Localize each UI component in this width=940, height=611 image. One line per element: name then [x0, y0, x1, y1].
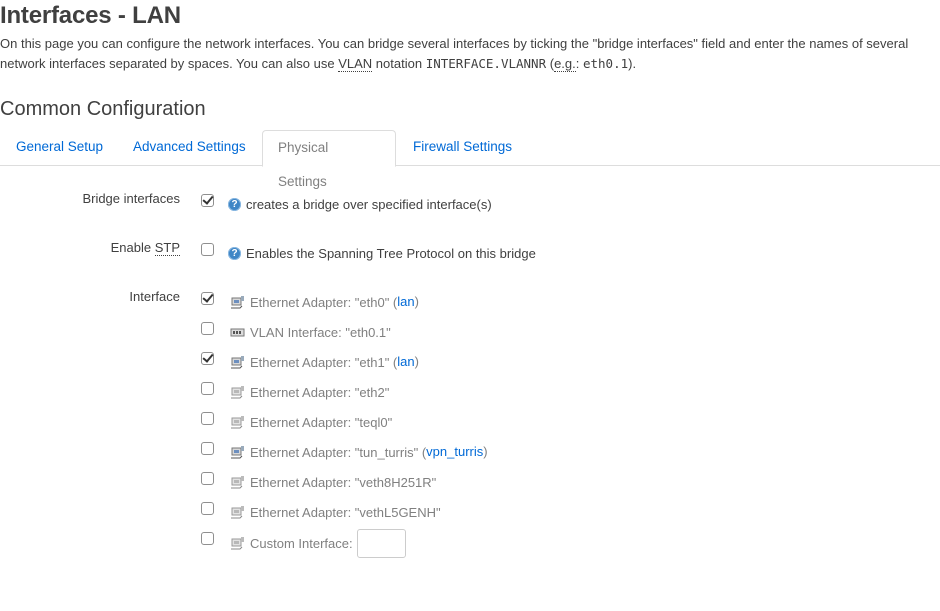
- page-description: On this page you can configure the netwo…: [0, 34, 935, 74]
- bridge-interfaces-help: creates a bridge over specified interfac…: [246, 197, 492, 212]
- interface-option-eth0[interactable]: Ethernet Adapter: "eth0" (lan): [230, 294, 419, 310]
- ethernet-icon: [231, 386, 244, 399]
- enable-stp-help: Enables the Spanning Tree Protocol on th…: [246, 246, 536, 261]
- vlan-icon: [230, 328, 245, 337]
- interface-checkbox-veth8h251r[interactable]: [201, 472, 214, 485]
- ethernet-icon: [231, 416, 244, 429]
- interface-option-vethl5genh[interactable]: Ethernet Adapter: "vethL5GENH": [230, 504, 441, 520]
- ethernet-icon: [231, 537, 244, 550]
- stp-abbr: STP: [154, 240, 180, 256]
- interface-checkbox-eth0-1[interactable]: [201, 322, 214, 335]
- interface-option-teql0[interactable]: Ethernet Adapter: "teql0": [230, 414, 392, 430]
- interface-option-tun-turris[interactable]: Ethernet Adapter: "tun_turris" (vpn_turr…: [230, 444, 488, 460]
- bridge-interfaces-label: Bridge interfaces: [82, 191, 180, 206]
- tab-bar: General Setup Advanced Settings Physical…: [0, 130, 940, 189]
- interface-checkbox-custom[interactable]: [201, 532, 214, 545]
- description-text: notation: [372, 56, 426, 71]
- section-title: Common Configuration: [0, 98, 206, 120]
- network-link-lan[interactable]: lan: [397, 294, 414, 309]
- interface-option-eth0-1[interactable]: VLAN Interface: "eth0.1": [230, 324, 391, 340]
- ethernet-icon: [231, 506, 244, 519]
- interface-checkbox-vethl5genh[interactable]: [201, 502, 214, 515]
- interface-checkbox-eth1[interactable]: [201, 352, 214, 365]
- tab-firewall-settings[interactable]: Firewall Settings: [398, 130, 527, 166]
- tab-advanced-settings[interactable]: Advanced Settings: [118, 130, 261, 166]
- interface-option-eth1[interactable]: Ethernet Adapter: "eth1" (lan): [230, 354, 419, 370]
- tab-physical-settings[interactable]: Physical Settings: [262, 130, 396, 189]
- interface-checkbox-eth2[interactable]: [201, 382, 214, 395]
- description-text: :: [575, 56, 583, 71]
- network-link-lan[interactable]: lan: [397, 354, 414, 369]
- help-icon: ?: [228, 247, 241, 260]
- interface-option-veth8h251r[interactable]: Ethernet Adapter: "veth8H251R": [230, 474, 436, 490]
- tab-general-setup[interactable]: General Setup: [1, 130, 118, 166]
- ethernet-icon: [231, 356, 244, 369]
- description-text: ).: [628, 56, 637, 71]
- ethernet-icon: [231, 446, 244, 459]
- page-title: Interfaces - LAN: [0, 2, 181, 29]
- custom-interface-input[interactable]: [356, 529, 406, 558]
- enable-stp-label: Enable STP: [110, 240, 180, 256]
- interface-label: Interface: [129, 289, 180, 304]
- help-icon: ?: [228, 198, 241, 211]
- ethernet-icon: [231, 476, 244, 489]
- vlan-notation-code: INTERFACE.VLANNR: [425, 56, 547, 71]
- description-text: (: [546, 56, 555, 71]
- interface-checkbox-eth0[interactable]: [201, 292, 214, 305]
- bridge-interfaces-checkbox[interactable]: [201, 194, 214, 207]
- interface-option-custom: Custom Interface:: [230, 529, 406, 559]
- enable-stp-label-text: Enable: [110, 240, 155, 255]
- vlan-example-code: eth0.1: [582, 56, 629, 71]
- network-link-vpn-turris[interactable]: vpn_turris: [426, 444, 483, 459]
- custom-interface-label: Custom Interface:: [250, 536, 353, 551]
- enable-stp-checkbox[interactable]: [201, 243, 214, 256]
- interface-checkbox-tun-turris[interactable]: [201, 442, 214, 455]
- eg-abbr: e.g.: [554, 56, 576, 72]
- interface-option-eth2[interactable]: Ethernet Adapter: "eth2": [230, 384, 389, 400]
- interface-checkbox-teql0[interactable]: [201, 412, 214, 425]
- vlan-abbr: VLAN: [338, 56, 373, 72]
- ethernet-icon: [231, 296, 244, 309]
